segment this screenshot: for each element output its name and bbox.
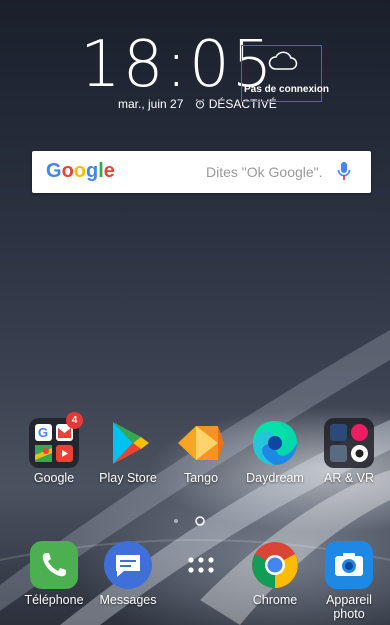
date-text: mar., juin 27 [118, 97, 184, 111]
daydream-icon [253, 421, 297, 465]
mic-icon[interactable] [336, 161, 352, 183]
app-google-folder[interactable]: G 4 Google [16, 412, 92, 485]
app-messages[interactable]: Messages [90, 540, 166, 607]
app-drawer-button[interactable] [163, 540, 239, 593]
app-play-store[interactable]: Play Store [90, 418, 166, 485]
ar-mini-icon [330, 424, 347, 441]
youtube-mini-icon [56, 445, 73, 462]
app-label: Play Store [99, 471, 157, 485]
notification-badge: 4 [66, 412, 83, 429]
chrome-icon [252, 542, 298, 588]
avatar-mini-icon [330, 445, 347, 462]
app-label: AR & VR [323, 471, 374, 485]
app-label: Daydream [246, 471, 304, 485]
app-tango[interactable]: Tango [163, 418, 239, 485]
camera-icon [325, 541, 373, 589]
cloud-icon [268, 51, 298, 70]
svg-text:G: G [38, 425, 48, 440]
app-camera[interactable]: Appareil photo [311, 540, 387, 621]
app-daydream[interactable]: Daydream [237, 418, 313, 485]
app-label: Appareil photo [326, 593, 372, 621]
app-label: Google [33, 471, 75, 485]
tango-icon [178, 426, 224, 460]
app-chrome[interactable]: Chrome [237, 540, 313, 607]
clock-time[interactable]: 18:05 [80, 30, 272, 100]
weather-status: Pas de connexion [244, 84, 330, 95]
ar-vr-folder-icon [324, 418, 374, 468]
alarm-icon [195, 99, 204, 109]
weather-widget[interactable]: Pas de connexion [241, 45, 329, 102]
app-label: Chrome [252, 593, 298, 607]
google-search-bar[interactable]: Google Dites "Ok Google". [32, 151, 371, 193]
search-hint[interactable]: Dites "Ok Google". [206, 164, 323, 180]
app-label: Tango [183, 471, 219, 485]
maps-mini-icon [35, 445, 52, 462]
phone-icon [30, 541, 78, 589]
app-label: Téléphone [24, 593, 84, 607]
app-telephone[interactable]: Téléphone [16, 540, 92, 607]
google-g-mini-icon: G [35, 424, 52, 441]
app-drawer-icon [188, 557, 214, 573]
messages-icon [104, 541, 152, 589]
ball-mini-icon [351, 445, 368, 462]
play-store-icon [113, 422, 149, 464]
page-indicator[interactable] [166, 515, 226, 527]
vr-mini-icon [351, 424, 368, 441]
google-logo: Google [46, 160, 115, 182]
app-ar-vr-folder[interactable]: AR & VR [311, 418, 387, 485]
app-label: Messages [99, 593, 157, 607]
